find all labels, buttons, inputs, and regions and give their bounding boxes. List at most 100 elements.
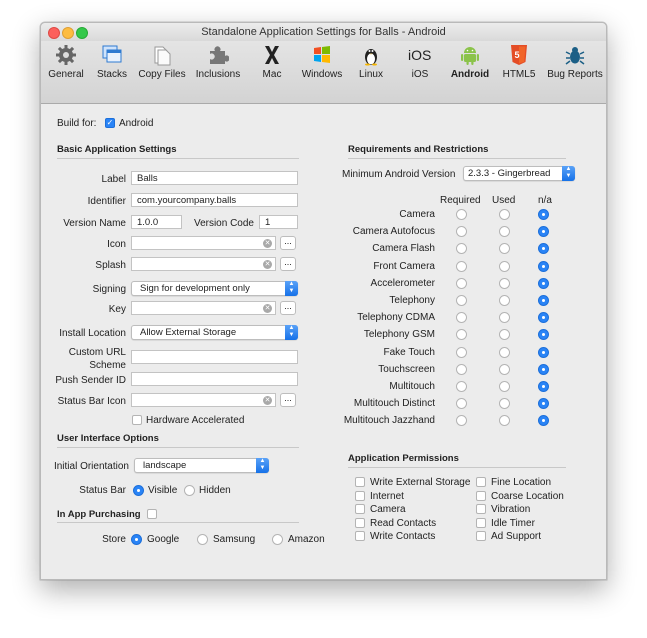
clear-icon[interactable]: ✕ (263, 396, 272, 405)
feature-na-radio[interactable] (538, 329, 549, 341)
install-location-select[interactable]: Allow External Storage ▲ ▼ (131, 325, 298, 340)
tab-label: Windows (301, 69, 343, 80)
permission-checkbox[interactable] (476, 477, 486, 487)
feature-na-radio[interactable] (538, 209, 549, 220)
feature-used-radio[interactable] (499, 381, 510, 392)
permission-checkbox[interactable] (355, 517, 365, 528)
push-sender-id-field[interactable] (131, 372, 298, 386)
feature-used-radio[interactable] (499, 415, 510, 427)
feature-na-radio[interactable] (538, 312, 549, 324)
store-amazon-radio[interactable] (272, 534, 283, 545)
clear-icon[interactable]: ✕ (263, 239, 272, 248)
clear-icon[interactable]: ✕ (263, 260, 272, 269)
tab-html5[interactable]: 5 HTML5 (500, 43, 538, 80)
feature-na-radio[interactable] (538, 295, 549, 306)
tab-general[interactable]: General (46, 43, 86, 80)
version-code-label: Version Code (193, 218, 254, 229)
tab-bug-reports[interactable]: Bug Reports (546, 43, 604, 80)
feature-required-radio[interactable] (456, 415, 467, 427)
tab-label: Inclusions (195, 69, 241, 80)
tab-windows[interactable]: Windows (299, 43, 345, 80)
feature-required-radio[interactable] (456, 277, 467, 289)
identifier-field[interactable]: com.yourcompany.balls (131, 193, 298, 207)
feature-na-radio[interactable] (538, 398, 549, 410)
status-bar-visible-radio[interactable] (133, 485, 144, 496)
tab-ios[interactable]: iOS iOS (403, 43, 437, 80)
feature-required-radio[interactable] (456, 329, 467, 341)
status-bar-icon-field[interactable]: ✕ (131, 393, 276, 407)
permission-checkbox[interactable] (355, 504, 365, 514)
tab-inclusions[interactable]: Inclusions (193, 43, 243, 80)
feature-na-radio[interactable] (538, 260, 549, 272)
close-window-button[interactable] (48, 27, 60, 39)
tab-linux[interactable]: Linux (353, 43, 389, 80)
initial-orientation-select[interactable]: landscape ▲ ▼ (134, 458, 269, 473)
splash-browse-button[interactable]: ... (280, 257, 296, 271)
clear-icon[interactable]: ✕ (263, 304, 272, 313)
feature-used-radio[interactable] (499, 243, 510, 255)
feature-required-radio[interactable] (456, 398, 467, 410)
status-bar-icon-browse-button[interactable]: ... (280, 393, 296, 407)
feature-used-radio[interactable] (499, 226, 510, 238)
feature-required-radio[interactable] (456, 209, 467, 220)
icon-path-field[interactable]: ✕ (131, 236, 276, 250)
store-samsung-radio[interactable] (197, 534, 208, 545)
feature-used-radio[interactable] (499, 260, 510, 272)
feature-used-radio[interactable] (499, 329, 510, 341)
feature-used-radio[interactable] (499, 277, 510, 289)
hardware-accelerated-checkbox[interactable] (132, 415, 142, 425)
min-android-version-select[interactable]: 2.3.3 - Gingerbread ▲ ▼ (463, 166, 575, 181)
iap-enable-checkbox[interactable] (147, 509, 157, 519)
permission-checkbox[interactable] (476, 504, 486, 514)
label-field[interactable]: Balls (131, 171, 298, 185)
feature-na-radio[interactable] (538, 415, 549, 427)
feature-label: Camera Autofocus (352, 226, 435, 238)
icon-browse-button[interactable]: ... (280, 236, 296, 250)
feature-used-radio[interactable] (499, 346, 510, 358)
feature-na-radio[interactable] (538, 226, 549, 238)
feature-required-radio[interactable] (456, 363, 467, 375)
version-name-field[interactable]: 1.0.0 (131, 215, 182, 229)
key-browse-button[interactable]: ... (280, 301, 296, 315)
status-bar-hidden-radio[interactable] (184, 485, 195, 496)
zoom-window-button[interactable] (76, 27, 88, 39)
tab-copy-files[interactable]: Copy Files (137, 43, 187, 80)
feature-na-radio[interactable] (538, 346, 549, 358)
feature-required-radio[interactable] (456, 346, 467, 358)
permission-checkbox[interactable] (355, 490, 365, 501)
tab-android[interactable]: Android (447, 43, 493, 80)
feature-na-radio[interactable] (538, 363, 549, 375)
feature-na-radio[interactable] (538, 243, 549, 255)
feature-required-radio[interactable] (456, 260, 467, 272)
feature-na-radio[interactable] (538, 277, 549, 289)
version-code-field[interactable]: 1 (259, 215, 298, 229)
tab-mac[interactable]: Mac (257, 43, 287, 80)
feature-required-radio[interactable] (456, 381, 467, 392)
feature-used-radio[interactable] (499, 363, 510, 375)
permission-checkbox[interactable] (476, 531, 486, 541)
permission-checkbox[interactable] (476, 517, 486, 528)
mac-x-icon (259, 43, 285, 67)
key-path-field[interactable]: ✕ (131, 301, 276, 315)
permission-checkbox[interactable] (476, 490, 486, 501)
permission-checkbox[interactable] (355, 477, 365, 487)
status-bar-icon-label: Status Bar Icon (57, 396, 126, 407)
feature-used-radio[interactable] (499, 398, 510, 410)
tab-label: Stacks (96, 69, 127, 80)
feature-used-radio[interactable] (499, 295, 510, 306)
store-google-radio[interactable] (131, 534, 142, 545)
feature-na-radio[interactable] (538, 381, 549, 392)
feature-used-radio[interactable] (499, 312, 510, 324)
build-for-android-checkbox[interactable]: ✓ (105, 118, 115, 128)
feature-required-radio[interactable] (456, 243, 467, 255)
custom-url-scheme-field[interactable] (131, 350, 298, 364)
splash-path-field[interactable]: ✕ (131, 257, 276, 271)
tab-stacks[interactable]: Stacks (94, 43, 130, 80)
minimize-window-button[interactable] (62, 27, 74, 39)
feature-used-radio[interactable] (499, 209, 510, 220)
feature-required-radio[interactable] (456, 295, 467, 306)
feature-required-radio[interactable] (456, 226, 467, 238)
feature-required-radio[interactable] (456, 312, 467, 324)
signing-select[interactable]: Sign for development only ▲ ▼ (131, 281, 298, 296)
permission-checkbox[interactable] (355, 531, 365, 541)
